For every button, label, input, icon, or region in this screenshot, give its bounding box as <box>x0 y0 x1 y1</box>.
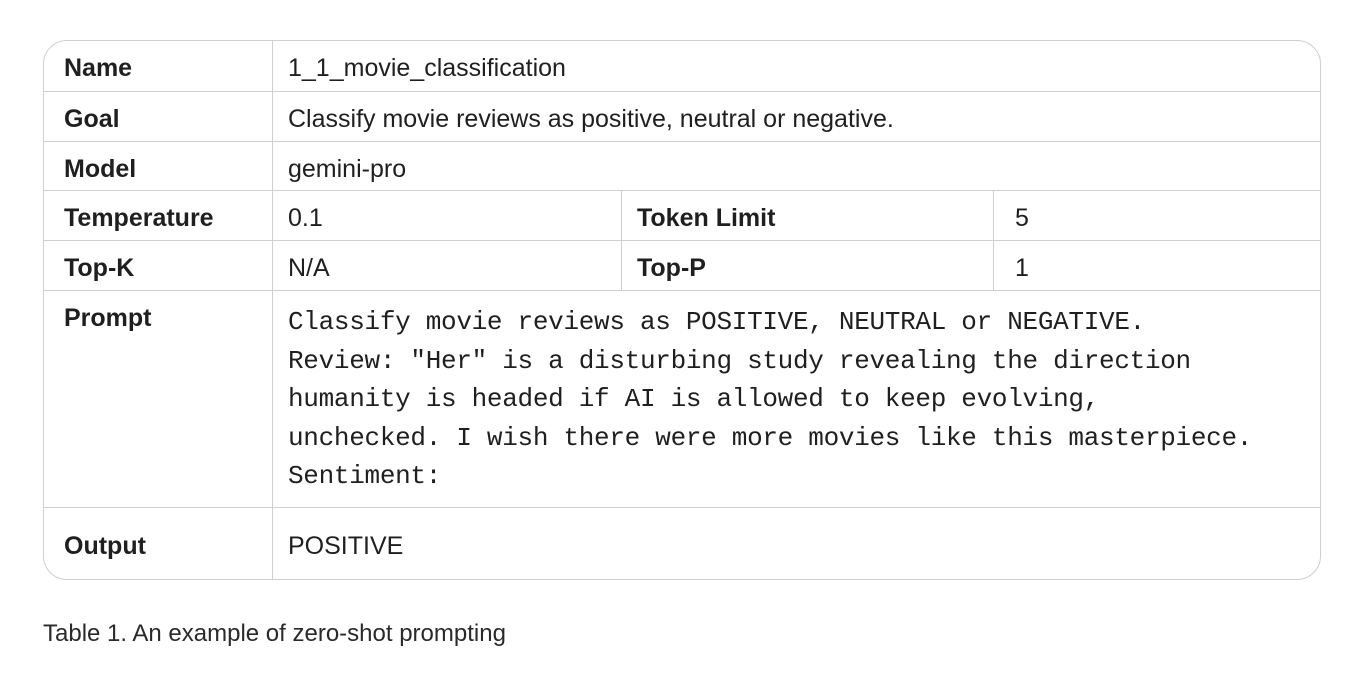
topk-value: N/A <box>273 241 622 290</box>
output-value: POSITIVE <box>288 532 404 560</box>
goal-label: Goal <box>44 92 273 141</box>
prompt-text: Classify movie reviews as POSITIVE, NEUT… <box>273 291 1320 507</box>
table-row-output: Output POSITIVE <box>44 508 1320 579</box>
token-limit-label: Token Limit <box>622 191 994 240</box>
temperature-value: 0.1 <box>273 191 622 240</box>
prompt-line: Review: "Her" is a disturbing study reve… <box>288 345 1191 376</box>
temperature-label: Temperature <box>44 191 273 240</box>
prompt-line: unchecked. I wish there were more movies… <box>288 422 1253 453</box>
table-caption: Table 1. An example of zero-shot prompti… <box>43 620 506 647</box>
prompt-label: Prompt <box>44 291 273 507</box>
table-row-prompt: Prompt Classify movie reviews as POSITIV… <box>44 291 1320 508</box>
table-row-temperature: Temperature 0.1 Token Limit 5 <box>44 191 1320 241</box>
table-row-model: Model gemini-pro <box>44 142 1320 191</box>
table-row-name: Name 1_1_movie_classification <box>44 41 1320 92</box>
name-value: 1_1_movie_classification <box>288 54 566 82</box>
token-limit-value: 5 <box>1015 204 1029 232</box>
prompt-line: Sentiment: <box>288 461 442 491</box>
prompt-example-table: Name 1_1_movie_classification Goal Class… <box>43 40 1321 580</box>
model-label: Model <box>44 142 273 190</box>
name-label: Name <box>44 41 273 91</box>
topp-label: Top-P <box>622 241 994 290</box>
topp-value: 1 <box>1015 254 1029 282</box>
model-value: gemini-pro <box>288 155 407 183</box>
goal-value: Classify movie reviews as positive, neut… <box>288 105 894 133</box>
prompt-line: humanity is headed if AI is allowed to k… <box>288 384 1100 414</box>
table-row-goal: Goal Classify movie reviews as positive,… <box>44 92 1320 142</box>
topk-label: Top-K <box>44 241 273 290</box>
output-label: Output <box>44 508 273 579</box>
prompt-line: Classify movie reviews as POSITIVE, NEUT… <box>288 307 1145 337</box>
table-row-topk: Top-K N/A Top-P 1 <box>44 241 1320 291</box>
